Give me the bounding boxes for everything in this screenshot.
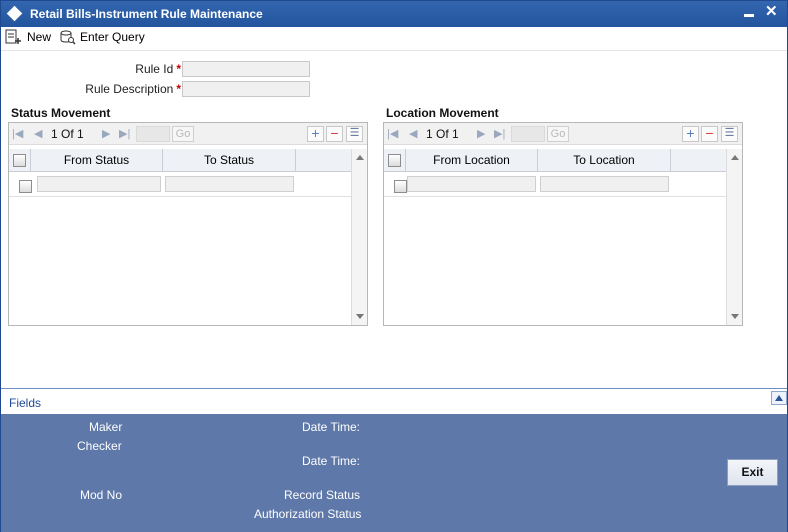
add-row-icon[interactable]: + bbox=[682, 126, 699, 142]
from-location-field[interactable] bbox=[407, 176, 536, 192]
column-header[interactable]: From Status bbox=[31, 149, 163, 172]
add-row-icon[interactable]: + bbox=[307, 126, 324, 142]
location-page-indicator: 1 Of 1 bbox=[426, 127, 459, 141]
column-header[interactable]: From Location bbox=[406, 149, 538, 172]
row-checkbox[interactable] bbox=[19, 180, 32, 193]
status-of-label: Of bbox=[61, 127, 74, 141]
exit-button[interactable]: Exit bbox=[727, 459, 778, 486]
rule-id-label: Rule Id bbox=[135, 62, 174, 76]
fields-bar: Fields bbox=[1, 388, 787, 414]
audit-panel: Maker Date Time: Checker Date Time: Mod … bbox=[1, 414, 787, 532]
location-grid-scrollbar[interactable] bbox=[726, 149, 742, 325]
next-page-icon[interactable]: ▶ bbox=[102, 127, 110, 140]
to-location-field[interactable] bbox=[540, 176, 669, 192]
status-page-indicator: 1 Of 1 bbox=[51, 127, 84, 141]
status-grid-nav: |◀ ◀ 1 Of 1 ▶ ▶| Go + − ☰ bbox=[9, 123, 367, 145]
location-grid-nav: |◀ ◀ 1 Of 1 ▶ ▶| Go + − ☰ bbox=[384, 123, 742, 145]
toolbar: New Enter Query bbox=[1, 27, 787, 51]
location-movement-grid: |◀ ◀ 1 Of 1 ▶ ▶| Go + − ☰ From Location … bbox=[383, 122, 743, 326]
rule-description-label-row: Rule Description * bbox=[41, 82, 181, 96]
scroll-down-icon[interactable] bbox=[356, 314, 364, 319]
last-page-icon[interactable]: ▶| bbox=[119, 127, 130, 140]
scroll-down-icon[interactable] bbox=[731, 314, 739, 319]
main-window: Retail Bills-Instrument Rule Maintenance… bbox=[0, 0, 788, 532]
status-movement-grid: |◀ ◀ 1 Of 1 ▶ ▶| Go + − ☰ From Status To… bbox=[8, 122, 368, 326]
new-label: New bbox=[27, 30, 52, 44]
status-movement-title: Status Movement bbox=[11, 106, 111, 120]
row-divider bbox=[384, 196, 726, 197]
prev-page-icon[interactable]: ◀ bbox=[34, 127, 42, 140]
single-record-view-icon[interactable]: ☰ bbox=[346, 126, 363, 142]
status-grid-scrollbar[interactable] bbox=[351, 149, 367, 325]
close-icon[interactable]: ✕ bbox=[765, 4, 778, 20]
title-bar: Retail Bills-Instrument Rule Maintenance… bbox=[1, 1, 787, 27]
record-status-label: Record Status bbox=[284, 488, 361, 502]
from-status-field[interactable] bbox=[37, 176, 161, 192]
location-current-page: 1 bbox=[426, 127, 433, 141]
column-header[interactable]: To Status bbox=[163, 149, 296, 172]
status-total-pages: 1 bbox=[77, 127, 84, 141]
single-record-view-icon[interactable]: ☰ bbox=[721, 126, 738, 142]
status-grid-header: From Status To Status bbox=[9, 149, 351, 172]
row-checkbox[interactable] bbox=[394, 180, 407, 193]
new-button[interactable]: New bbox=[5, 29, 51, 45]
next-page-icon[interactable]: ▶ bbox=[477, 127, 485, 140]
rule-id-label-row: Rule Id * bbox=[41, 62, 181, 76]
status-go-button[interactable]: Go bbox=[172, 126, 194, 142]
location-of-label: Of bbox=[436, 127, 449, 141]
location-go-button[interactable]: Go bbox=[547, 126, 569, 142]
location-total-pages: 1 bbox=[452, 127, 459, 141]
fields-link[interactable]: Fields bbox=[9, 396, 41, 410]
delete-row-icon[interactable]: − bbox=[701, 126, 718, 142]
select-all-cell bbox=[384, 149, 406, 172]
required-marker: * bbox=[176, 82, 181, 96]
status-current-page: 1 bbox=[51, 127, 58, 141]
status-page-input[interactable] bbox=[136, 126, 170, 142]
minimize-icon[interactable] bbox=[744, 14, 754, 17]
authorization-status-label: Authorization Status bbox=[254, 507, 362, 521]
enter-query-icon bbox=[60, 30, 76, 45]
scroll-up-icon[interactable] bbox=[731, 155, 739, 160]
required-marker: * bbox=[176, 62, 181, 76]
last-page-icon[interactable]: ▶| bbox=[494, 127, 505, 140]
mod-no-label: Mod No bbox=[80, 488, 123, 502]
maker-date-time-label: Date Time: bbox=[302, 420, 361, 434]
checker-label: Checker bbox=[77, 439, 122, 453]
to-status-field[interactable] bbox=[165, 176, 294, 192]
column-header[interactable]: To Location bbox=[538, 149, 671, 172]
rule-description-label: Rule Description bbox=[85, 82, 174, 96]
select-all-checkbox[interactable] bbox=[388, 154, 401, 167]
maker-label: Maker bbox=[89, 420, 123, 434]
rule-description-input[interactable] bbox=[182, 81, 310, 97]
location-grid-header: From Location To Location bbox=[384, 149, 726, 172]
select-all-cell bbox=[9, 149, 31, 172]
scroll-up-icon[interactable] bbox=[356, 155, 364, 160]
location-page-input[interactable] bbox=[511, 126, 545, 142]
first-page-icon[interactable]: |◀ bbox=[387, 127, 398, 140]
row-divider bbox=[9, 196, 351, 197]
enter-query-button[interactable]: Enter Query bbox=[59, 29, 145, 45]
delete-row-icon[interactable]: − bbox=[326, 126, 343, 142]
checker-date-time-label: Date Time: bbox=[302, 454, 361, 468]
window-title: Retail Bills-Instrument Rule Maintenance bbox=[30, 7, 263, 21]
first-page-icon[interactable]: |◀ bbox=[12, 127, 23, 140]
diamond-icon bbox=[6, 5, 23, 22]
location-movement-title: Location Movement bbox=[386, 106, 499, 120]
collapse-up-icon[interactable] bbox=[771, 391, 787, 405]
select-all-checkbox[interactable] bbox=[13, 154, 26, 167]
new-document-icon bbox=[5, 29, 21, 44]
rule-id-input[interactable] bbox=[182, 61, 310, 77]
prev-page-icon[interactable]: ◀ bbox=[409, 127, 417, 140]
enter-query-label: Enter Query bbox=[80, 30, 145, 44]
